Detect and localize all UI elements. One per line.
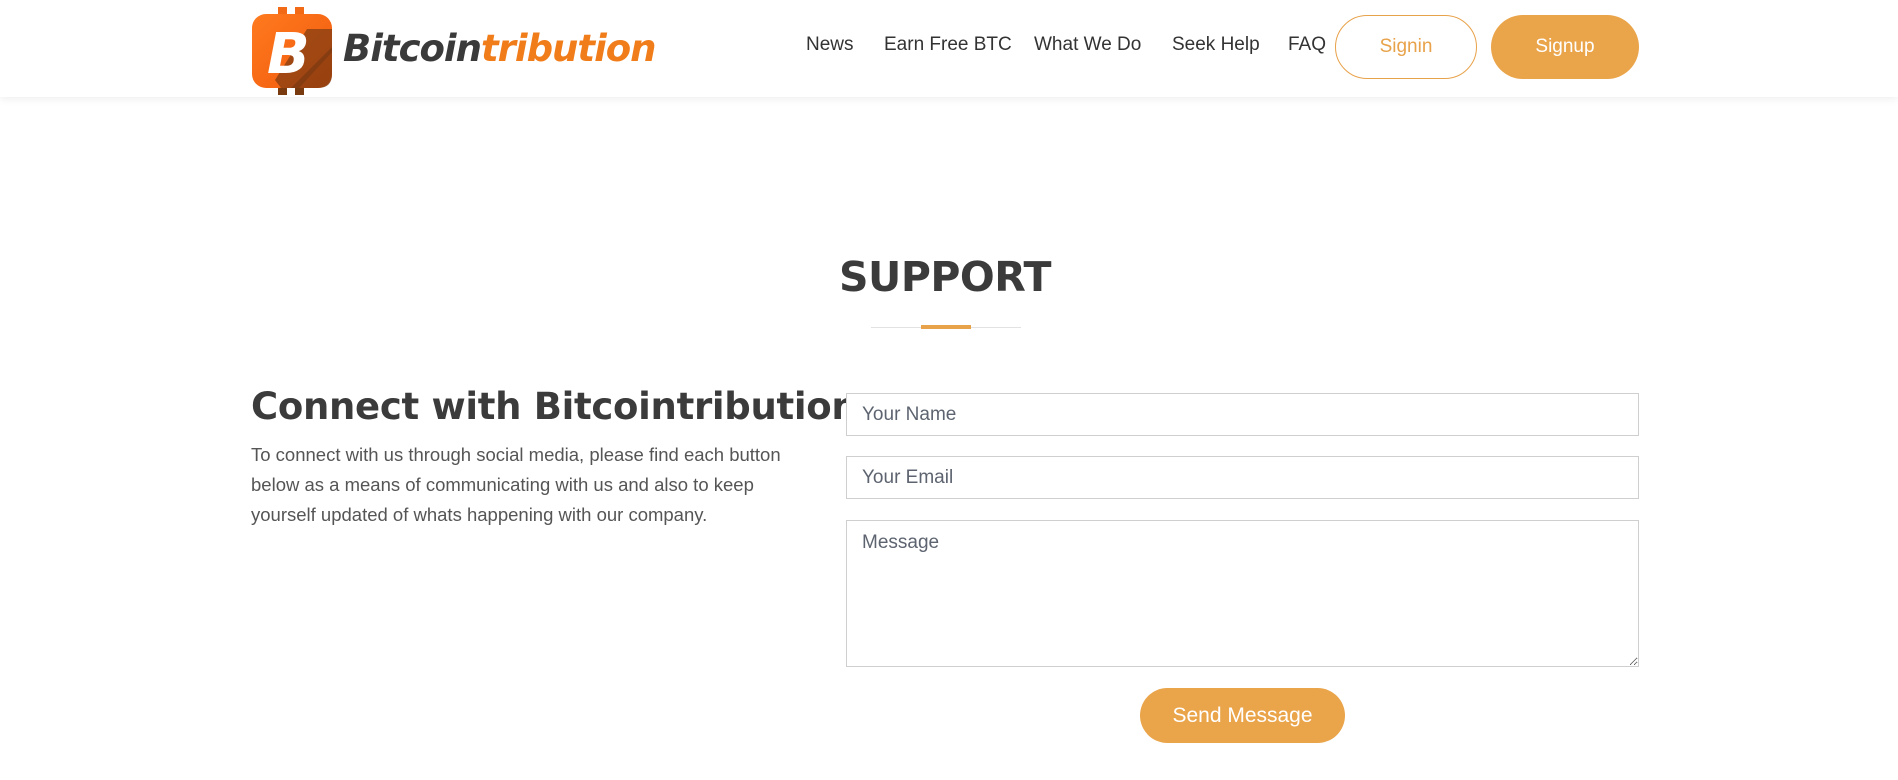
- site-header: B Bitcointribution News Earn Free BTC Wh…: [0, 0, 1898, 97]
- nav-item-seek-help[interactable]: Seek Help: [1172, 34, 1260, 56]
- nav-item-earn-free-btc[interactable]: Earn Free BTC: [884, 34, 1012, 56]
- connect-description: To connect with us through social media,…: [251, 444, 781, 525]
- name-input[interactable]: [846, 393, 1639, 436]
- nav-item-what-we-do[interactable]: What We Do: [1034, 34, 1141, 56]
- nav-item-news[interactable]: News: [806, 34, 854, 56]
- bitcoin-b-icon: B: [251, 7, 333, 95]
- nav-item-faq[interactable]: FAQ: [1288, 34, 1326, 56]
- logo-text-bitcoin: Bitcoin: [343, 26, 482, 70]
- svg-text:B: B: [267, 22, 310, 87]
- connect-heading: Connect with Bitcointribution: [251, 385, 858, 428]
- title-divider-accent: [921, 325, 971, 329]
- email-input[interactable]: [846, 456, 1639, 499]
- signup-button[interactable]: Signup: [1491, 15, 1639, 79]
- section-title: SUPPORT: [839, 253, 1051, 301]
- site-logo[interactable]: B Bitcointribution: [251, 4, 657, 95]
- signin-button[interactable]: Signin: [1335, 15, 1477, 79]
- logo-text-tribution: tribution: [480, 26, 657, 70]
- message-textarea[interactable]: [846, 520, 1639, 667]
- send-message-button[interactable]: Send Message: [1140, 688, 1345, 743]
- logo-wordmark: Bitcointribution: [343, 26, 657, 70]
